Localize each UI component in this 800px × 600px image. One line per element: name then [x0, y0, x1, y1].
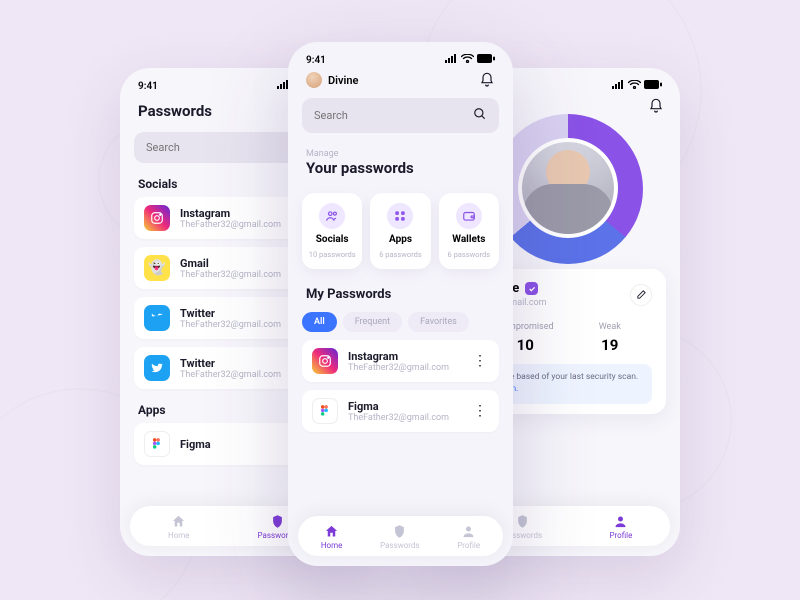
signal-icon — [612, 80, 625, 92]
screen-home: 9:41 Divine Manage Your passwords Social… — [288, 42, 513, 566]
verified-badge-icon — [525, 282, 538, 295]
your-passwords-title: Your passwords — [288, 159, 513, 185]
tab-profile[interactable]: Profile — [457, 524, 480, 550]
card-subtitle: 6 passwords — [379, 250, 422, 259]
tab-profile[interactable]: Profile — [609, 514, 632, 540]
greeting-row: Divine — [288, 70, 513, 94]
more-icon[interactable]: ⋮ — [471, 354, 489, 368]
my-passwords-list: InstagramTheFather32@gmail.com ⋮ FigmaTh… — [288, 340, 513, 432]
bell-icon[interactable] — [479, 72, 495, 88]
stat-weak[interactable]: Weak 19 — [568, 322, 653, 354]
stat-label: Weak — [568, 322, 653, 332]
status-icons — [612, 80, 662, 92]
search-field[interactable] — [302, 98, 499, 133]
search-icon — [473, 107, 487, 124]
figma-icon — [312, 398, 338, 424]
status-icons — [445, 54, 495, 66]
tab-label: Profile — [609, 531, 632, 540]
tab-label: Home — [321, 541, 343, 550]
user-name: Divine — [328, 74, 358, 87]
chip-favorites[interactable]: Favorites — [408, 312, 469, 332]
wallet-icon — [456, 203, 482, 229]
battery-icon — [477, 54, 495, 66]
battery-icon — [644, 80, 662, 92]
twitter-icon — [144, 355, 170, 381]
password-row[interactable]: FigmaTheFather32@gmail.com ⋮ — [302, 390, 499, 432]
chip-all[interactable]: All — [302, 312, 337, 332]
card-socials[interactable]: Socials 10 passwords — [302, 193, 362, 269]
filter-chips: All Frequent Favorites — [288, 310, 513, 340]
snapchat-icon: 👻 — [144, 255, 170, 281]
card-title: Socials — [316, 234, 349, 245]
tab-label: Home — [168, 531, 190, 540]
users-icon — [319, 203, 345, 229]
note-text: ts are based of your last security scan. — [493, 372, 638, 382]
row-name: Figma — [348, 400, 461, 413]
twitter-icon — [144, 305, 170, 331]
edit-button[interactable] — [630, 284, 652, 306]
status-time: 9:41 — [138, 81, 158, 92]
tab-label: Profile — [457, 541, 480, 550]
status-bar: 9:41 — [288, 42, 513, 70]
bell-icon[interactable] — [648, 98, 664, 118]
grid-icon — [387, 203, 413, 229]
tab-label: Passwords — [380, 541, 419, 550]
card-title: Apps — [389, 234, 412, 245]
category-cards: Socials 10 passwords Apps 6 passwords Wa… — [288, 185, 513, 275]
wifi-icon — [628, 80, 641, 92]
tab-bar: Home Passwords Profile — [298, 516, 503, 556]
card-wallets[interactable]: Wallets 6 passwords — [439, 193, 499, 269]
row-email: TheFather32@gmail.com — [348, 363, 461, 373]
figma-icon — [144, 431, 170, 457]
stat-value: 19 — [568, 336, 653, 354]
card-subtitle: 10 passwords — [309, 250, 356, 259]
row-email: TheFather32@gmail.com — [348, 413, 461, 423]
my-passwords-title: My Passwords — [288, 275, 513, 310]
manage-label: Manage — [288, 143, 513, 159]
row-name: Instagram — [348, 350, 461, 363]
avatar-large[interactable] — [518, 138, 618, 238]
instagram-icon — [312, 348, 338, 374]
more-icon[interactable]: ⋮ — [471, 404, 489, 418]
tab-passwords[interactable]: Passwords — [380, 524, 419, 550]
card-subtitle: 6 passwords — [448, 250, 491, 259]
card-title: Wallets — [452, 234, 485, 245]
status-time: 9:41 — [306, 55, 326, 66]
card-apps[interactable]: Apps 6 passwords — [370, 193, 430, 269]
password-row[interactable]: InstagramTheFather32@gmail.com ⋮ — [302, 340, 499, 382]
tab-home[interactable]: Home — [321, 524, 343, 550]
instagram-icon — [144, 205, 170, 231]
wifi-icon — [461, 54, 474, 66]
tab-home[interactable]: Home — [168, 514, 190, 540]
chip-frequent[interactable]: Frequent — [343, 312, 402, 332]
signal-icon — [445, 54, 458, 66]
search-input[interactable] — [314, 109, 465, 122]
avatar-small[interactable] — [306, 72, 322, 88]
